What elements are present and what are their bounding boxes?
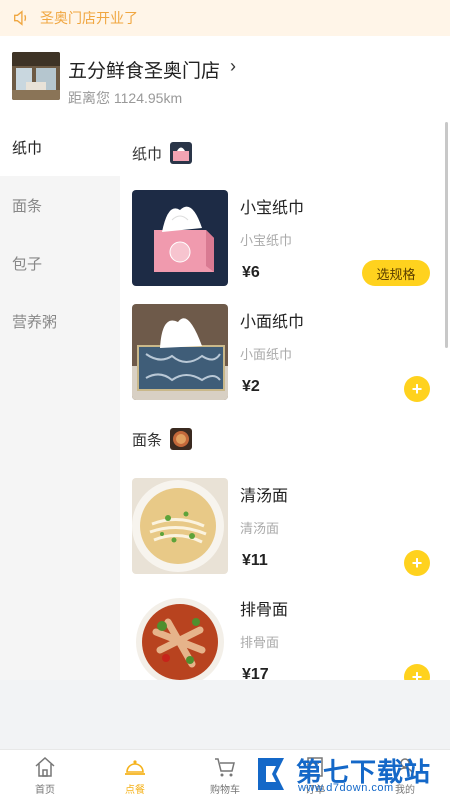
home-icon (35, 756, 55, 777)
category-sidebar: 纸巾 面条 包子 营养粥 (0, 118, 120, 680)
speaker-icon (14, 10, 27, 26)
product-desc: 小面纸巾 (240, 347, 293, 362)
product-name: 排骨面 (240, 602, 289, 619)
add-to-cart-button[interactable]: + (404, 664, 430, 680)
watermark: 第七下载站 www.d7down.com (252, 748, 450, 800)
product-name: 小面纸巾 (240, 314, 305, 331)
add-to-cart-button[interactable]: + (404, 550, 430, 576)
watermark-url: www.d7down.com (298, 782, 394, 794)
sidebar-item-noodles[interactable]: 面条 (0, 176, 120, 234)
product-image (132, 478, 228, 574)
sidebar-item-porridge[interactable]: 营养粥 (0, 292, 120, 350)
list-item[interactable]: 小面纸巾 小面纸巾 ¥2 + (132, 304, 442, 402)
product-price: ¥17 (242, 666, 269, 680)
tissue-thumbnail-icon (170, 142, 193, 164)
notice-text: 圣奥门店开业了 (40, 10, 138, 26)
store-header[interactable]: 五分鲜食圣奥门店 › 距离您 1124.95km (0, 36, 450, 118)
product-name: 清汤面 (240, 488, 289, 505)
noodle-thumbnail-icon (170, 428, 193, 450)
scrollbar[interactable] (445, 122, 448, 348)
product-list[interactable]: 纸巾 小宝纸巾 小宝纸巾 ¥6 选规格 小面纸巾 小面纸巾 ¥2 + 面条 清汤… (120, 118, 450, 680)
list-item[interactable]: 清汤面 清汤面 ¥11 + (132, 478, 442, 576)
sidebar-item-tissue[interactable]: 纸巾 (0, 118, 120, 176)
product-desc: 小宝纸巾 (240, 233, 293, 248)
cart-icon (215, 757, 235, 776)
tab-order-food[interactable]: 点餐 (90, 750, 180, 800)
sidebar-item-buns[interactable]: 包子 (0, 234, 120, 292)
list-item[interactable]: 排骨面 排骨面 ¥17 + (132, 592, 442, 680)
product-name: 小宝纸巾 (240, 200, 305, 217)
list-item[interactable]: 小宝纸巾 小宝纸巾 ¥6 选规格 (132, 190, 442, 286)
section-title: 纸巾 (132, 142, 193, 164)
product-image (132, 190, 228, 286)
product-price: ¥6 (242, 264, 260, 281)
select-spec-button[interactable]: 选规格 (362, 260, 430, 286)
product-desc: 清汤面 (240, 521, 280, 536)
tab-home[interactable]: 首页 (0, 750, 90, 800)
section-title: 面条 (132, 428, 193, 450)
cloche-icon (125, 759, 145, 775)
product-image (132, 304, 228, 400)
product-desc: 排骨面 (240, 635, 280, 650)
chevron-right-icon[interactable]: › (230, 56, 236, 77)
watermark-logo-icon (252, 752, 292, 796)
product-price: ¥2 (242, 378, 260, 395)
product-price: ¥11 (242, 552, 268, 569)
add-to-cart-button[interactable]: + (404, 376, 430, 402)
store-distance: 距离您 1124.95km (68, 90, 183, 106)
store-thumbnail (12, 52, 60, 100)
store-name[interactable]: 五分鲜食圣奥门店 (68, 56, 220, 83)
product-image (132, 592, 228, 680)
notice-bar[interactable]: 圣奥门店开业了 (0, 0, 450, 36)
